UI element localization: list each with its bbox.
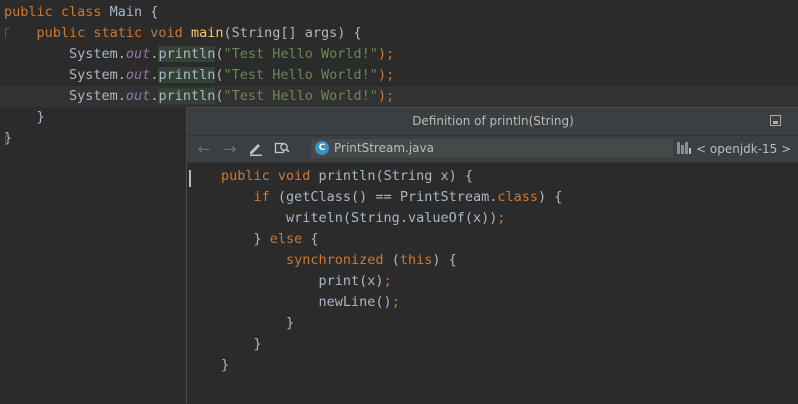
code-token: writeln(String. — [221, 210, 408, 226]
code-token: newLine() — [221, 294, 392, 310]
code-line[interactable]: writeln(String.valueOf(x)); — [221, 208, 506, 229]
code-token: main — [190, 25, 224, 41]
code-token: ; — [497, 210, 506, 226]
code-token: out — [125, 67, 151, 83]
code-token: out — [125, 46, 151, 62]
code-line[interactable]: System.out.println("Test Hello World!"); — [4, 44, 394, 65]
fold-marker-icon[interactable] — [5, 28, 10, 38]
code-token: "Test Hello World!" — [223, 88, 378, 104]
code-line[interactable]: public class Main { — [4, 2, 158, 23]
code-line[interactable]: } — [4, 107, 45, 128]
code-token: println — [158, 88, 216, 104]
code-line[interactable]: public static void main(String[] args) { — [4, 23, 362, 44]
code-line[interactable]: } — [221, 355, 229, 376]
definition-popup[interactable]: Definition of println(String) ← → C Prin… — [186, 107, 798, 403]
find-usages-icon[interactable] — [273, 140, 291, 158]
code-token: println — [158, 46, 216, 62]
code-token: System. — [4, 46, 126, 62]
code-token: System. — [4, 67, 126, 83]
code-token: "Test Hello World!" — [223, 67, 378, 83]
code-token: else — [269, 231, 311, 247]
code-line[interactable]: print(x); — [221, 271, 392, 292]
pin-window-icon[interactable] — [770, 115, 781, 126]
fold-marker-icon[interactable] — [5, 133, 10, 143]
code-token: } — [221, 315, 295, 331]
code-line[interactable]: newLine(); — [221, 292, 400, 313]
arrow-left-icon[interactable]: ← — [195, 140, 213, 158]
code-line[interactable]: } — [221, 334, 262, 355]
code-token: ; — [383, 273, 392, 289]
code-line[interactable]: if (getClass() == PrintStream.class) { — [221, 187, 563, 208]
code-token: ( — [215, 46, 224, 62]
code-token: public void — [221, 168, 319, 184]
code-token: ( — [215, 88, 224, 104]
code-line[interactable]: public void println(String x) { — [221, 166, 473, 187]
code-token: synchronized — [221, 252, 392, 268]
code-token: public static void — [4, 25, 191, 41]
popup-header[interactable]: Definition of println(String) — [187, 108, 798, 135]
definition-code-view[interactable]: public void println(String x) { if (getC… — [187, 163, 798, 404]
code-token: public class — [4, 4, 110, 20]
code-token: this — [399, 252, 433, 268]
code-token: println(String x) { — [318, 168, 473, 184]
code-token: } — [4, 109, 45, 125]
pencil-icon[interactable] — [247, 140, 265, 158]
code-token: ); — [377, 88, 395, 104]
code-token: valueOf — [407, 210, 465, 226]
code-token: out — [125, 88, 151, 104]
code-token: "Test Hello World!" — [223, 46, 378, 62]
popup-title: Definition of println(String) — [412, 114, 574, 128]
code-token: println — [158, 67, 216, 83]
code-token: class — [497, 189, 538, 205]
code-token: } — [221, 336, 262, 352]
code-token: ) { — [432, 252, 457, 268]
code-line[interactable]: } — [221, 313, 294, 334]
library-label[interactable]: < openjdk-15 > — [696, 136, 791, 163]
code-line[interactable]: synchronized (this) { — [221, 250, 457, 271]
code-token: (String[] args) { — [223, 25, 362, 41]
code-token: ); — [377, 67, 395, 83]
code-token: Main { — [109, 4, 159, 20]
code-token: ; — [391, 294, 400, 310]
code-token: } — [221, 357, 230, 373]
file-selector[interactable]: C PrintStream.java — [311, 139, 673, 158]
code-token: print(x) — [221, 273, 384, 289]
code-line[interactable]: System.out.println("Test Hello World!"); — [0, 86, 798, 107]
code-token: ); — [377, 46, 395, 62]
code-line[interactable]: System.out.println("Test Hello World!"); — [4, 65, 394, 86]
code-token: (x)) — [464, 210, 498, 226]
code-token: ( — [391, 252, 400, 268]
code-token: ) { — [538, 189, 563, 205]
code-token: { — [310, 231, 319, 247]
popup-toolbar: ← → C PrintStream.java < openjdk-15 > — [187, 135, 798, 163]
code-token: (getClass() == PrintStream. — [277, 189, 498, 205]
class-icon: C — [315, 141, 329, 155]
code-line[interactable]: } else { — [221, 229, 319, 250]
code-token: ( — [215, 67, 224, 83]
library-icon — [677, 142, 691, 154]
text-caret — [189, 170, 191, 187]
arrow-right-icon[interactable]: → — [221, 140, 239, 158]
code-token: if — [221, 189, 278, 205]
code-token: System. — [4, 88, 126, 104]
code-token: } — [221, 231, 270, 247]
file-name: PrintStream.java — [334, 141, 434, 155]
